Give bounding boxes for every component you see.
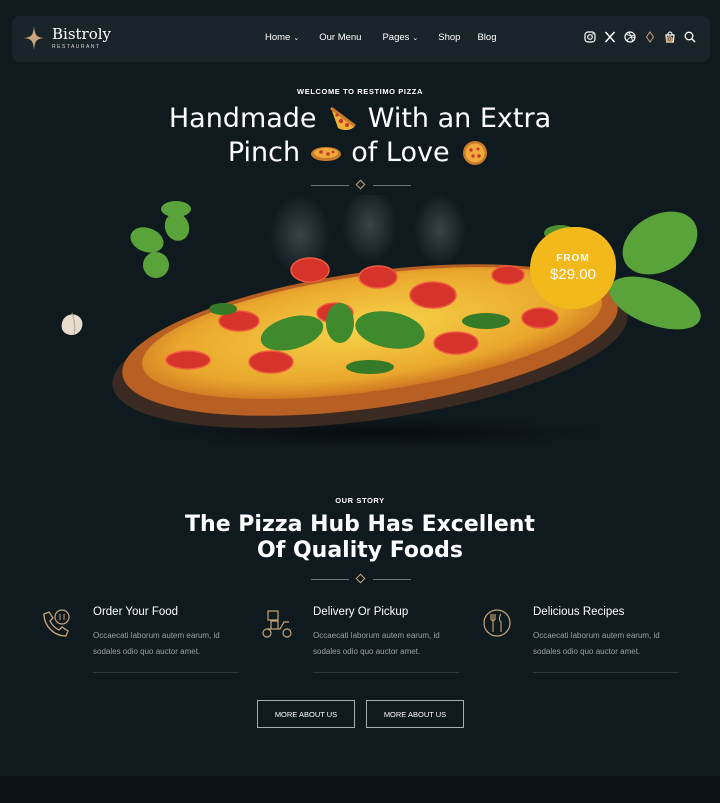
brand-logo[interactable]: Bistroly RESTAURANT: [24, 26, 111, 50]
pizza-whole-icon: [463, 141, 488, 165]
brand-tagline: RESTAURANT: [52, 43, 101, 50]
instagram-icon[interactable]: [583, 30, 596, 43]
delivery-scooter-icon: [262, 610, 292, 638]
nav-item-label: Shop: [438, 32, 461, 43]
hero-pizza-image: [61, 195, 701, 449]
feature-title: Delivery Or Pickup: [313, 606, 409, 618]
hero-divider: [311, 179, 411, 190]
brand-name: Bistroly: [52, 24, 112, 43]
pizza-half-icon: [310, 147, 341, 161]
cart-icon[interactable]: 0: [663, 30, 676, 43]
hero-title-part: Pinch: [227, 137, 301, 168]
nav-item-shop[interactable]: Shop: [438, 32, 460, 43]
chevron-down-icon: ⌄: [412, 34, 419, 42]
phone-order-icon: [43, 609, 70, 637]
feature-order-food: Order Your Food Occaecati laborum autem …: [40, 604, 240, 674]
feature-title: Order Your Food: [93, 606, 179, 618]
more-about-us-button-2[interactable]: MORE ABOUT US: [366, 700, 464, 728]
story-eyebrow: OUR STORY: [335, 496, 385, 505]
nav-item-our-menu[interactable]: Our Menu: [319, 32, 361, 43]
next-section-band: [0, 776, 720, 803]
hero-title: Handmade With an Extra Pinch of Love: [0, 102, 720, 170]
sparkle-star-icon: [24, 26, 44, 50]
feature-title: Delicious Recipes: [533, 606, 625, 618]
hero-title-part: With an Extra: [367, 103, 552, 134]
chevron-down-icon: ⌄: [293, 34, 300, 42]
nav-item-label: Home: [265, 32, 291, 43]
header-actions: 0: [583, 30, 696, 43]
navbar: Bistroly RESTAURANT Home ⌄ Our Menu Page…: [12, 16, 710, 62]
feature-desc: Occaecati laborum autem earum, id sodale…: [533, 631, 660, 656]
nav-item-blog[interactable]: Blog: [477, 32, 496, 43]
features-list: Order Your Food Occaecati laborum autem …: [40, 604, 690, 674]
page: Bistroly RESTAURANT Home ⌄ Our Menu Page…: [0, 0, 720, 803]
story-title-line: The Pizza Hub Has Excellent: [185, 512, 535, 537]
hero-eyebrow: WELCOME TO RESTIMO PIZZA: [297, 87, 423, 96]
hero-title-part: Handmade: [168, 103, 317, 134]
hero-title-part: of Love: [351, 137, 450, 168]
diamond-icon: [643, 30, 656, 43]
price-from-label: FROM: [556, 253, 590, 264]
story-title-line: Of Quality Foods: [257, 538, 463, 563]
dribbble-icon[interactable]: [623, 30, 636, 43]
nav-item-label: Pages: [382, 32, 410, 43]
nav-item-home[interactable]: Home ⌄: [265, 32, 299, 43]
nav-item-label: Our Menu: [319, 32, 362, 43]
price-badge: FROM $29.00: [530, 227, 616, 309]
cart-count-badge: 0: [666, 36, 673, 43]
main-nav: Home ⌄ Our Menu Pages ⌄ Shop Blog: [265, 32, 496, 43]
price-amount: $29.00: [550, 266, 596, 283]
story-title: The Pizza Hub Has Excellent Of Quality F…: [0, 512, 720, 564]
nav-item-pages[interactable]: Pages ⌄: [382, 32, 418, 43]
search-icon[interactable]: [683, 30, 696, 43]
nav-item-label: Blog: [477, 32, 497, 43]
feature-delivery-pickup: Delivery Or Pickup Occaecati laborum aut…: [260, 604, 460, 674]
feature-desc: Occaecati laborum autem earum, id sodale…: [93, 631, 220, 656]
story-divider: [311, 573, 411, 584]
x-twitter-icon[interactable]: [603, 30, 616, 43]
feature-delicious-recipes: Delicious Recipes Occaecati laborum aute…: [480, 604, 680, 674]
more-about-us-button[interactable]: MORE ABOUT US: [257, 700, 355, 728]
plate-cutlery-icon: [483, 609, 511, 637]
feature-desc: Occaecati laborum autem earum, id sodale…: [313, 631, 440, 656]
pizza-slice-icon: [330, 106, 357, 131]
